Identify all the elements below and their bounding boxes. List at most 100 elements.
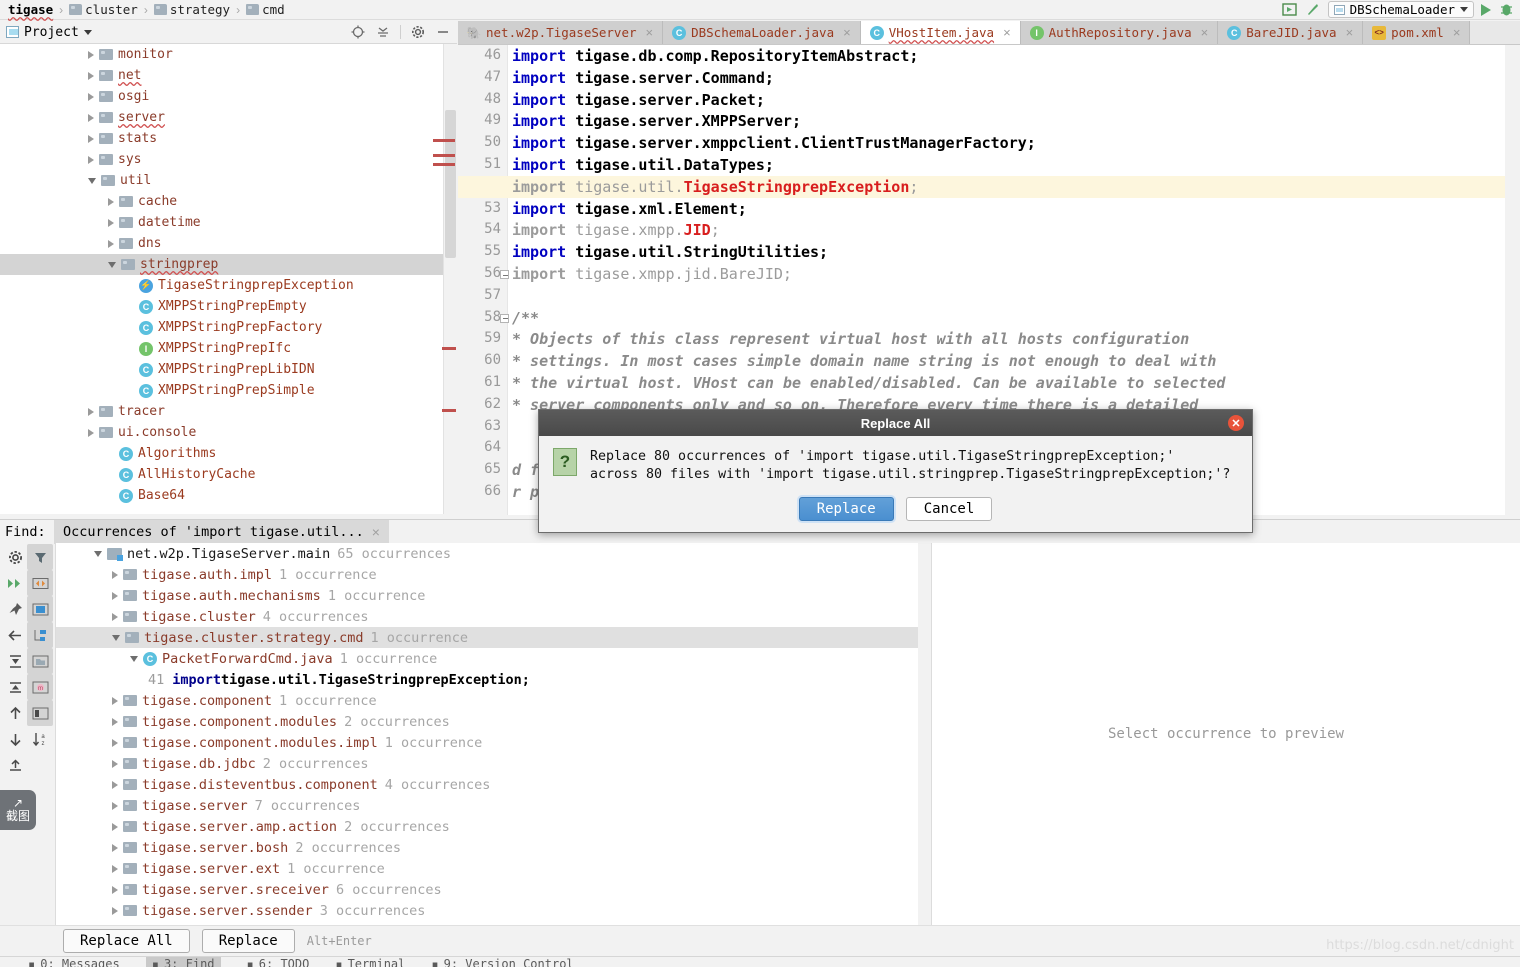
find-result-match[interactable]: 41 import tigase.util.TigaseStringprepExc… xyxy=(56,669,930,690)
chevron-right-icon[interactable] xyxy=(112,780,118,789)
breadcrumb-item-cluster[interactable]: cluster xyxy=(67,2,140,17)
chevron-down-icon[interactable] xyxy=(94,550,102,557)
expand-all-icon[interactable] xyxy=(2,570,28,596)
close-icon[interactable]: × xyxy=(1453,25,1461,40)
chevron-right-icon[interactable] xyxy=(112,906,118,915)
project-tree-item-sys[interactable]: sys xyxy=(0,149,443,170)
breadcrumb-item-strategy[interactable]: strategy xyxy=(152,2,232,17)
expand-tree-icon[interactable] xyxy=(2,648,28,674)
chevron-right-icon[interactable] xyxy=(112,738,118,747)
find-result-item-tigase.component.modules[interactable]: tigase.component.modules 2 occurrences xyxy=(56,711,930,732)
project-tree-item-osgi[interactable]: osgi xyxy=(0,86,443,107)
chevron-right-icon[interactable] xyxy=(108,218,114,227)
collapse-tree-icon[interactable] xyxy=(2,674,28,700)
editor-tab-BareJID.java[interactable]: C BareJID.java × xyxy=(1218,21,1364,44)
code-fold-icon[interactable] xyxy=(500,313,509,323)
chevron-right-icon[interactable] xyxy=(112,885,118,894)
gear-icon[interactable] xyxy=(2,544,28,570)
close-icon[interactable]: × xyxy=(646,25,654,40)
chevron-right-icon[interactable] xyxy=(112,696,118,705)
find-result-item-tigase.server.amp.action[interactable]: tigase.server.amp.action 2 occurrences xyxy=(56,816,930,837)
find-result-item-tigase.auth.mechanisms[interactable]: tigase.auth.mechanisms 1 occurrence xyxy=(56,585,930,606)
chevron-right-icon[interactable] xyxy=(112,612,118,621)
close-icon[interactable]: × xyxy=(1346,25,1354,40)
find-results-tab[interactable]: Occurrences of 'import tigase.util... × xyxy=(54,519,389,544)
find-result-item-tigase.cluster.strategy.cmd[interactable]: tigase.cluster.strategy.cmd 1 occurrence xyxy=(56,627,930,648)
screenshot-tool-overlay[interactable]: ↗ 截图 xyxy=(0,790,36,830)
chevron-right-icon[interactable] xyxy=(112,591,118,600)
chevron-down-icon[interactable] xyxy=(112,634,120,641)
project-tree-item-datetime[interactable]: datetime xyxy=(0,212,443,233)
find-result-item-tigase.auth.impl[interactable]: tigase.auth.impl 1 occurrence xyxy=(56,564,930,585)
project-tree-item-ui.console[interactable]: ui.console xyxy=(0,422,443,443)
project-tree[interactable]: monitor net osgi server stats sys util cache dat… xyxy=(0,44,443,514)
project-tree-item-cache[interactable]: cache xyxy=(0,191,443,212)
project-tree-item-TigaseStringprepException[interactable]: ⚡ TigaseStringprepException xyxy=(0,275,443,296)
chevron-right-icon[interactable] xyxy=(108,197,114,206)
editor-tab-DBSchemaLoader.java[interactable]: C DBSchemaLoader.java × xyxy=(663,21,861,44)
replace-confirm-button[interactable]: Replace xyxy=(798,497,894,521)
breadcrumb-item-cmd[interactable]: cmd xyxy=(244,2,287,17)
project-tree-item-XMPPStringPrepEmpty[interactable]: C XMPPStringPrepEmpty xyxy=(0,296,443,317)
chevron-right-icon[interactable] xyxy=(108,239,114,248)
chevron-down-icon[interactable] xyxy=(83,29,92,35)
find-result-item-tigase.server.bosh[interactable]: tigase.server.bosh 2 occurrences xyxy=(56,837,930,858)
chevron-down-icon[interactable] xyxy=(88,177,96,184)
statusbar-item--find[interactable]: ▪ 3: Find xyxy=(145,957,221,967)
chevron-right-icon[interactable] xyxy=(112,570,118,579)
find-result-item-tigase.server.ext[interactable]: tigase.server.ext 1 occurrence xyxy=(56,858,930,879)
pin-icon[interactable] xyxy=(2,596,28,622)
close-icon[interactable]: × xyxy=(1003,25,1011,40)
cancel-button[interactable]: Cancel xyxy=(905,497,993,521)
split-view-icon[interactable] xyxy=(27,700,53,726)
replace-all-button[interactable]: Replace All xyxy=(63,929,190,953)
find-result-item-net.w2p.TigaseServer.main[interactable]: net.w2p.TigaseServer.main 65 occurrences xyxy=(56,543,930,564)
project-tree-item-XMPPStringPrepLibIDN[interactable]: C XMPPStringPrepLibIDN xyxy=(0,359,443,380)
chevron-right-icon[interactable] xyxy=(88,71,94,80)
close-icon[interactable]: ✕ xyxy=(1228,415,1244,431)
find-result-item-tigase.component[interactable]: tigase.component 1 occurrence xyxy=(56,690,930,711)
find-results-scrollbar[interactable] xyxy=(918,543,930,925)
project-tree-item-stats[interactable]: stats xyxy=(0,128,443,149)
breadcrumb-item-tigase[interactable]: tigase xyxy=(6,2,55,17)
close-icon[interactable]: × xyxy=(372,524,380,540)
collapse-selection-icon[interactable] xyxy=(27,570,53,596)
chevron-down-icon[interactable] xyxy=(108,261,116,268)
chevron-right-icon[interactable] xyxy=(112,717,118,726)
editor-tab-pom.xml[interactable]: <> pom.xml × xyxy=(1363,21,1471,44)
project-tree-item-util[interactable]: util xyxy=(0,170,443,191)
find-result-item-tigase.server.sreceiver[interactable]: tigase.server.sreceiver 6 occurrences xyxy=(56,879,930,900)
collapse-all-icon[interactable] xyxy=(375,24,391,40)
replace-all-dialog[interactable]: Replace All ✕ ? Replace 80 occurrences o… xyxy=(538,409,1253,533)
editor-gutter[interactable]: 4647484950515253545556575859606162636465… xyxy=(458,45,509,515)
project-tree-scrollbar[interactable] xyxy=(443,44,457,514)
chevron-right-icon[interactable] xyxy=(88,134,94,143)
statusbar-item--todo[interactable]: ▪ 6: TODO xyxy=(247,957,310,967)
editor-tabs[interactable]: 🐘 net.w2p.TigaseServer × C DBSchemaLoader.ja… xyxy=(458,21,1520,45)
chevron-right-icon[interactable] xyxy=(88,155,94,164)
group-by-structure-icon[interactable] xyxy=(27,622,53,648)
find-results-tree[interactable]: net.w2p.TigaseServer.main 65 occurrences t… xyxy=(55,543,930,925)
locate-icon[interactable] xyxy=(350,24,366,40)
close-icon[interactable]: × xyxy=(843,25,851,40)
find-result-item-tigase.server[interactable]: tigase.server 7 occurrences xyxy=(56,795,930,816)
chevron-right-icon[interactable] xyxy=(112,843,118,852)
project-tree-item-server[interactable]: server xyxy=(0,107,443,128)
find-result-item-tigase.db.jdbc[interactable]: tigase.db.jdbc 2 occurrences xyxy=(56,753,930,774)
chevron-right-icon[interactable] xyxy=(88,407,94,416)
chevron-right-icon[interactable] xyxy=(88,428,94,437)
code-fold-icon[interactable] xyxy=(500,270,509,279)
replace-button[interactable]: Replace xyxy=(201,929,295,953)
build-icon[interactable] xyxy=(1282,2,1298,18)
group-by-directory-icon[interactable] xyxy=(27,648,53,674)
close-icon[interactable]: × xyxy=(1201,25,1209,40)
gear-icon[interactable] xyxy=(410,24,426,40)
filter-icon[interactable] xyxy=(27,544,53,570)
project-tool-window-tab[interactable]: Project xyxy=(6,25,92,40)
statusbar-item--version-control[interactable]: ▪ 9: Version Control xyxy=(431,957,573,967)
editor-tab-VHostItem.java[interactable]: C VHostItem.java × xyxy=(860,21,1021,44)
find-result-item-tigase.cluster[interactable]: tigase.cluster 4 occurrences xyxy=(56,606,930,627)
back-icon[interactable] xyxy=(2,622,28,648)
project-tree-item-stringprep[interactable]: stringprep xyxy=(0,254,443,275)
preview-icon[interactable] xyxy=(27,596,53,622)
